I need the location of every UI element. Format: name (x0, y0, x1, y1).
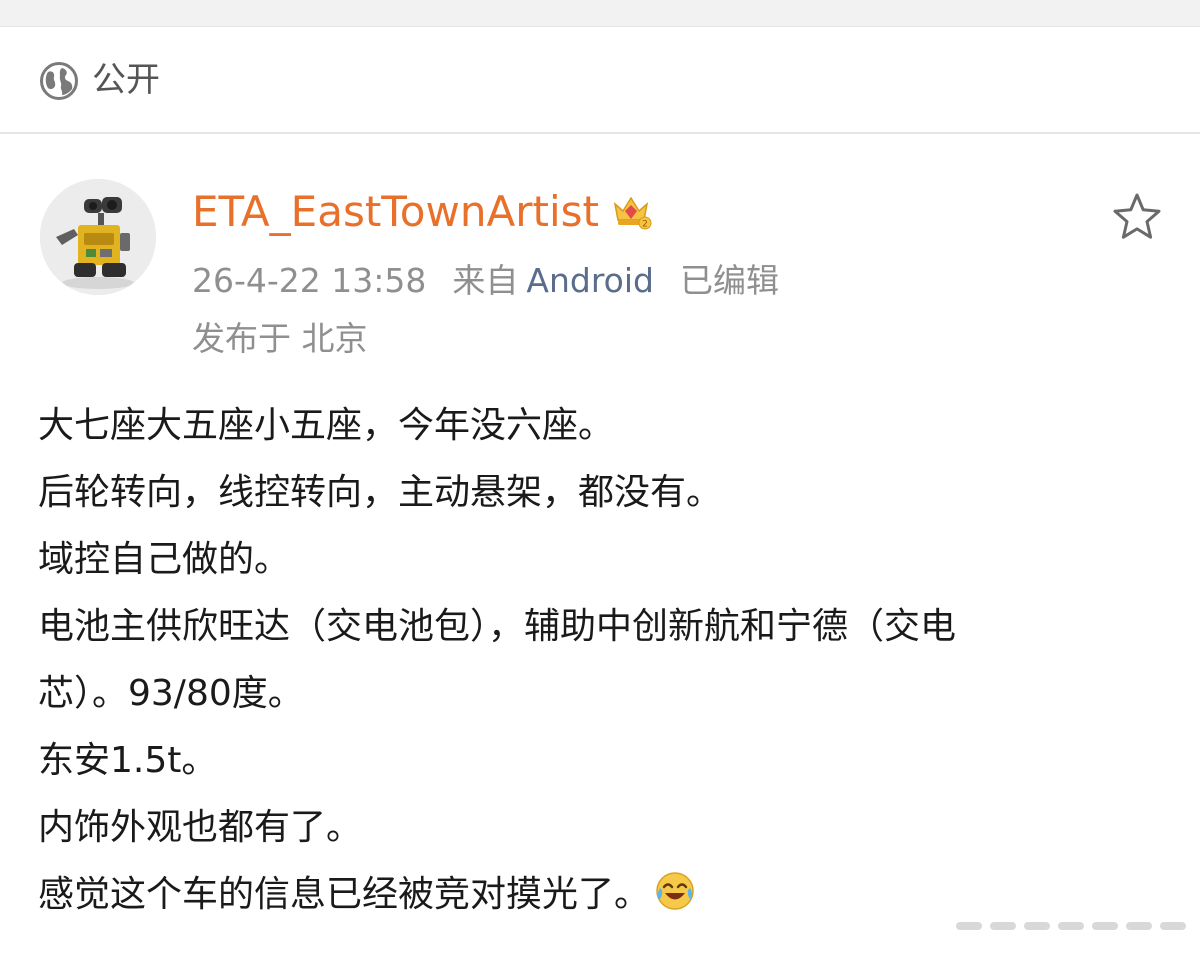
svg-text:2: 2 (642, 220, 648, 230)
content-line: 域控自己做的。 (38, 539, 291, 580)
post-card: ETA_EastTownArtist 2 26-4-22 13:58 来自 An… (0, 134, 1200, 956)
globe-icon (40, 62, 78, 100)
content-line: 东安1.5t。 (38, 740, 218, 781)
post-timestamp: 26-4-22 13:58 (192, 261, 427, 300)
author-name[interactable]: ETA_EastTownArtist (192, 186, 599, 238)
top-strip (0, 0, 1200, 27)
content-line: 感觉这个车的信息已经被竞对摸光了。 (38, 874, 651, 915)
author-row: ETA_EastTownArtist 2 (192, 186, 653, 238)
avatar[interactable] (40, 179, 156, 295)
post-location: 发布于 北京 (192, 319, 368, 358)
content-line: 大七座大五座小五座，今年没六座。 (38, 405, 615, 446)
source-app-link[interactable]: Android (526, 258, 654, 304)
content-line: 芯）。93/80度。 (38, 673, 304, 714)
content-line: 内饰外观也都有了。 (38, 807, 363, 848)
star-icon[interactable] (1110, 190, 1164, 244)
visibility-row[interactable]: 公开 (0, 27, 1200, 134)
watermark-dots (956, 922, 1186, 930)
laugh-cry-emoji-icon (656, 872, 694, 910)
source-prefix: 来自 (452, 261, 519, 300)
vip-crown-icon: 2 (613, 196, 652, 230)
post-content: 大七座大五座小五座，今年没六座。 后轮转向，线控转向，主动悬架，都没有。 域控自… (38, 392, 1168, 928)
content-line: 后轮转向，线控转向，主动悬架，都没有。 (38, 472, 723, 513)
visibility-label: 公开 (92, 60, 160, 100)
edited-label[interactable]: 已编辑 (680, 258, 779, 304)
avatar-robot-image (40, 179, 156, 295)
post-meta: 26-4-22 13:58 来自 Android 已编辑 (192, 258, 779, 304)
content-line: 电池主供欣旺达（交电池包），辅助中创新航和宁德（交电 (38, 606, 957, 647)
